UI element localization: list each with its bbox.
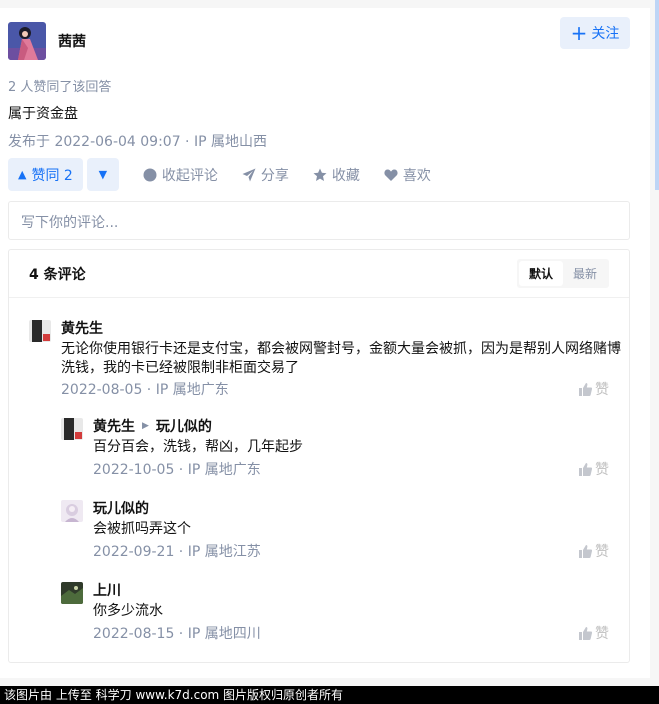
comments-panel: 4 条评论 默认 最新 黄先生 无论你使用银行卡还是支付宝，都会被网警封号，金额… [8,249,630,663]
share-label: 分享 [260,167,289,184]
answer-meta: 发布于 2022-06-04 09:07 · IP 属地山西 [8,134,267,150]
comment-meta: 2022-10-05 · IP 属地广东 [93,462,261,478]
watermark-footer: 该图片由 上传至 科学刀 www.k7d.com 图片版权归原创者所有 [0,686,659,704]
triangle-down-icon: ▼ [98,168,108,181]
comment-text: 会被抓吗弄这个 [93,521,191,537]
vote-down-button[interactable]: ▼ [86,158,119,191]
comment-like-button[interactable]: 赞 [579,541,609,561]
comment-like-button[interactable]: 赞 [579,379,609,399]
favorite-button[interactable]: 收藏 [313,165,360,185]
comments-count: 4 条评论 [29,266,86,283]
comment-item: 黄先生 无论你使用银行卡还是支付宝，都会被网警封号，金额大量会被抓，因为是帮别人… [29,318,621,400]
thumbs-up-icon [579,626,592,640]
like-button[interactable]: 喜欢 [384,165,431,185]
vote-up-button[interactable]: ▲ 赞同 2 [8,158,83,191]
comment-author[interactable]: 玩儿似的 [93,498,149,518]
comments-header: 4 条评论 默认 最新 [9,250,629,298]
paper-plane-icon [242,168,256,181]
sort-latest-tab[interactable]: 最新 [563,261,607,286]
comment-author[interactable]: 黄先生 [61,318,103,338]
collapse-comments-button[interactable]: 收起评论 [143,165,218,185]
follow-button[interactable]: + 关注 [560,17,630,49]
comment-author[interactable]: 黄先生 ▶ 玩儿似的 [93,416,212,436]
comment-meta: 2022-09-21 · IP 属地江苏 [93,544,261,560]
like-label: 喜欢 [402,167,431,184]
triangle-up-icon: ▲ [18,168,27,181]
comment-reply-item: 上川 你多少流水 2022-08-15 · IP 属地四川 赞 [61,582,609,642]
author-avatar[interactable] [8,22,46,60]
comment-avatar[interactable] [61,418,83,440]
comment-avatar[interactable] [61,500,83,522]
vote-up-label: 赞同 2 [31,167,73,184]
comment-like-button[interactable]: 赞 [579,459,609,479]
reply-arrow-icon: ▶ [142,421,149,431]
action-bar: ▲ 赞同 2 ▼ 收起评论 分享 收藏 喜欢 [8,158,431,191]
comment-reply-item: 玩儿似的 会被抓吗弄这个 2022-09-21 · IP 属地江苏 赞 [61,500,609,560]
comment-author-name: 黄先生 [61,321,103,337]
reply-to-name[interactable]: 玩儿似的 [156,416,212,436]
comment-author-name: 玩儿似的 [93,501,149,517]
comment-like-button[interactable]: 赞 [579,623,609,643]
comment-like-label: 赞 [595,544,609,560]
author-info: 茜茜 [8,22,86,60]
collapse-comments-label: 收起评论 [161,167,218,184]
comment-text: 你多少流水 [93,603,163,619]
follow-label: 关注 [591,26,620,42]
thumbs-up-icon [579,382,592,396]
heart-icon [384,169,398,181]
comment-meta: 2022-08-05 · IP 属地广东 [61,382,229,398]
comment-avatar[interactable] [29,320,51,342]
share-button[interactable]: 分享 [242,165,289,185]
comment-author-name: 上川 [93,583,121,599]
comment-bubble-icon [143,168,157,181]
comment-avatar[interactable] [61,582,83,604]
thumbs-up-icon [579,544,592,558]
plus-icon: + [570,21,588,45]
author-name[interactable]: 茜茜 [58,31,86,51]
comment-reply-item: 黄先生 ▶ 玩儿似的 百分百会，洗钱，帮凶，几年起步 2022-10-05 · … [61,418,609,478]
comment-like-label: 赞 [595,462,609,478]
voters-text[interactable]: 2 人赞同了该回答 [8,76,111,95]
star-icon [313,168,327,181]
scroll-indicator[interactable] [655,0,659,190]
sort-tabs: 默认 最新 [516,259,609,288]
comment-text: 无论你使用银行卡还是支付宝，都会被网警封号，金额大量会被抓，因为是帮别人网络赌博… [61,341,621,376]
answer-content: 属于资金盘 [8,106,78,122]
comment-input[interactable]: 写下你的评论... [8,201,630,240]
comment-author[interactable]: 上川 [93,580,121,600]
favorite-label: 收藏 [331,167,360,184]
comment-text: 百分百会，洗钱，帮凶，几年起步 [93,439,303,455]
comment-author-name: 黄先生 [93,419,135,435]
comment-like-label: 赞 [595,626,609,642]
thumbs-up-icon [579,462,592,476]
comment-like-label: 赞 [595,382,609,398]
comment-meta: 2022-08-15 · IP 属地四川 [93,626,261,642]
sort-default-tab[interactable]: 默认 [518,261,563,286]
